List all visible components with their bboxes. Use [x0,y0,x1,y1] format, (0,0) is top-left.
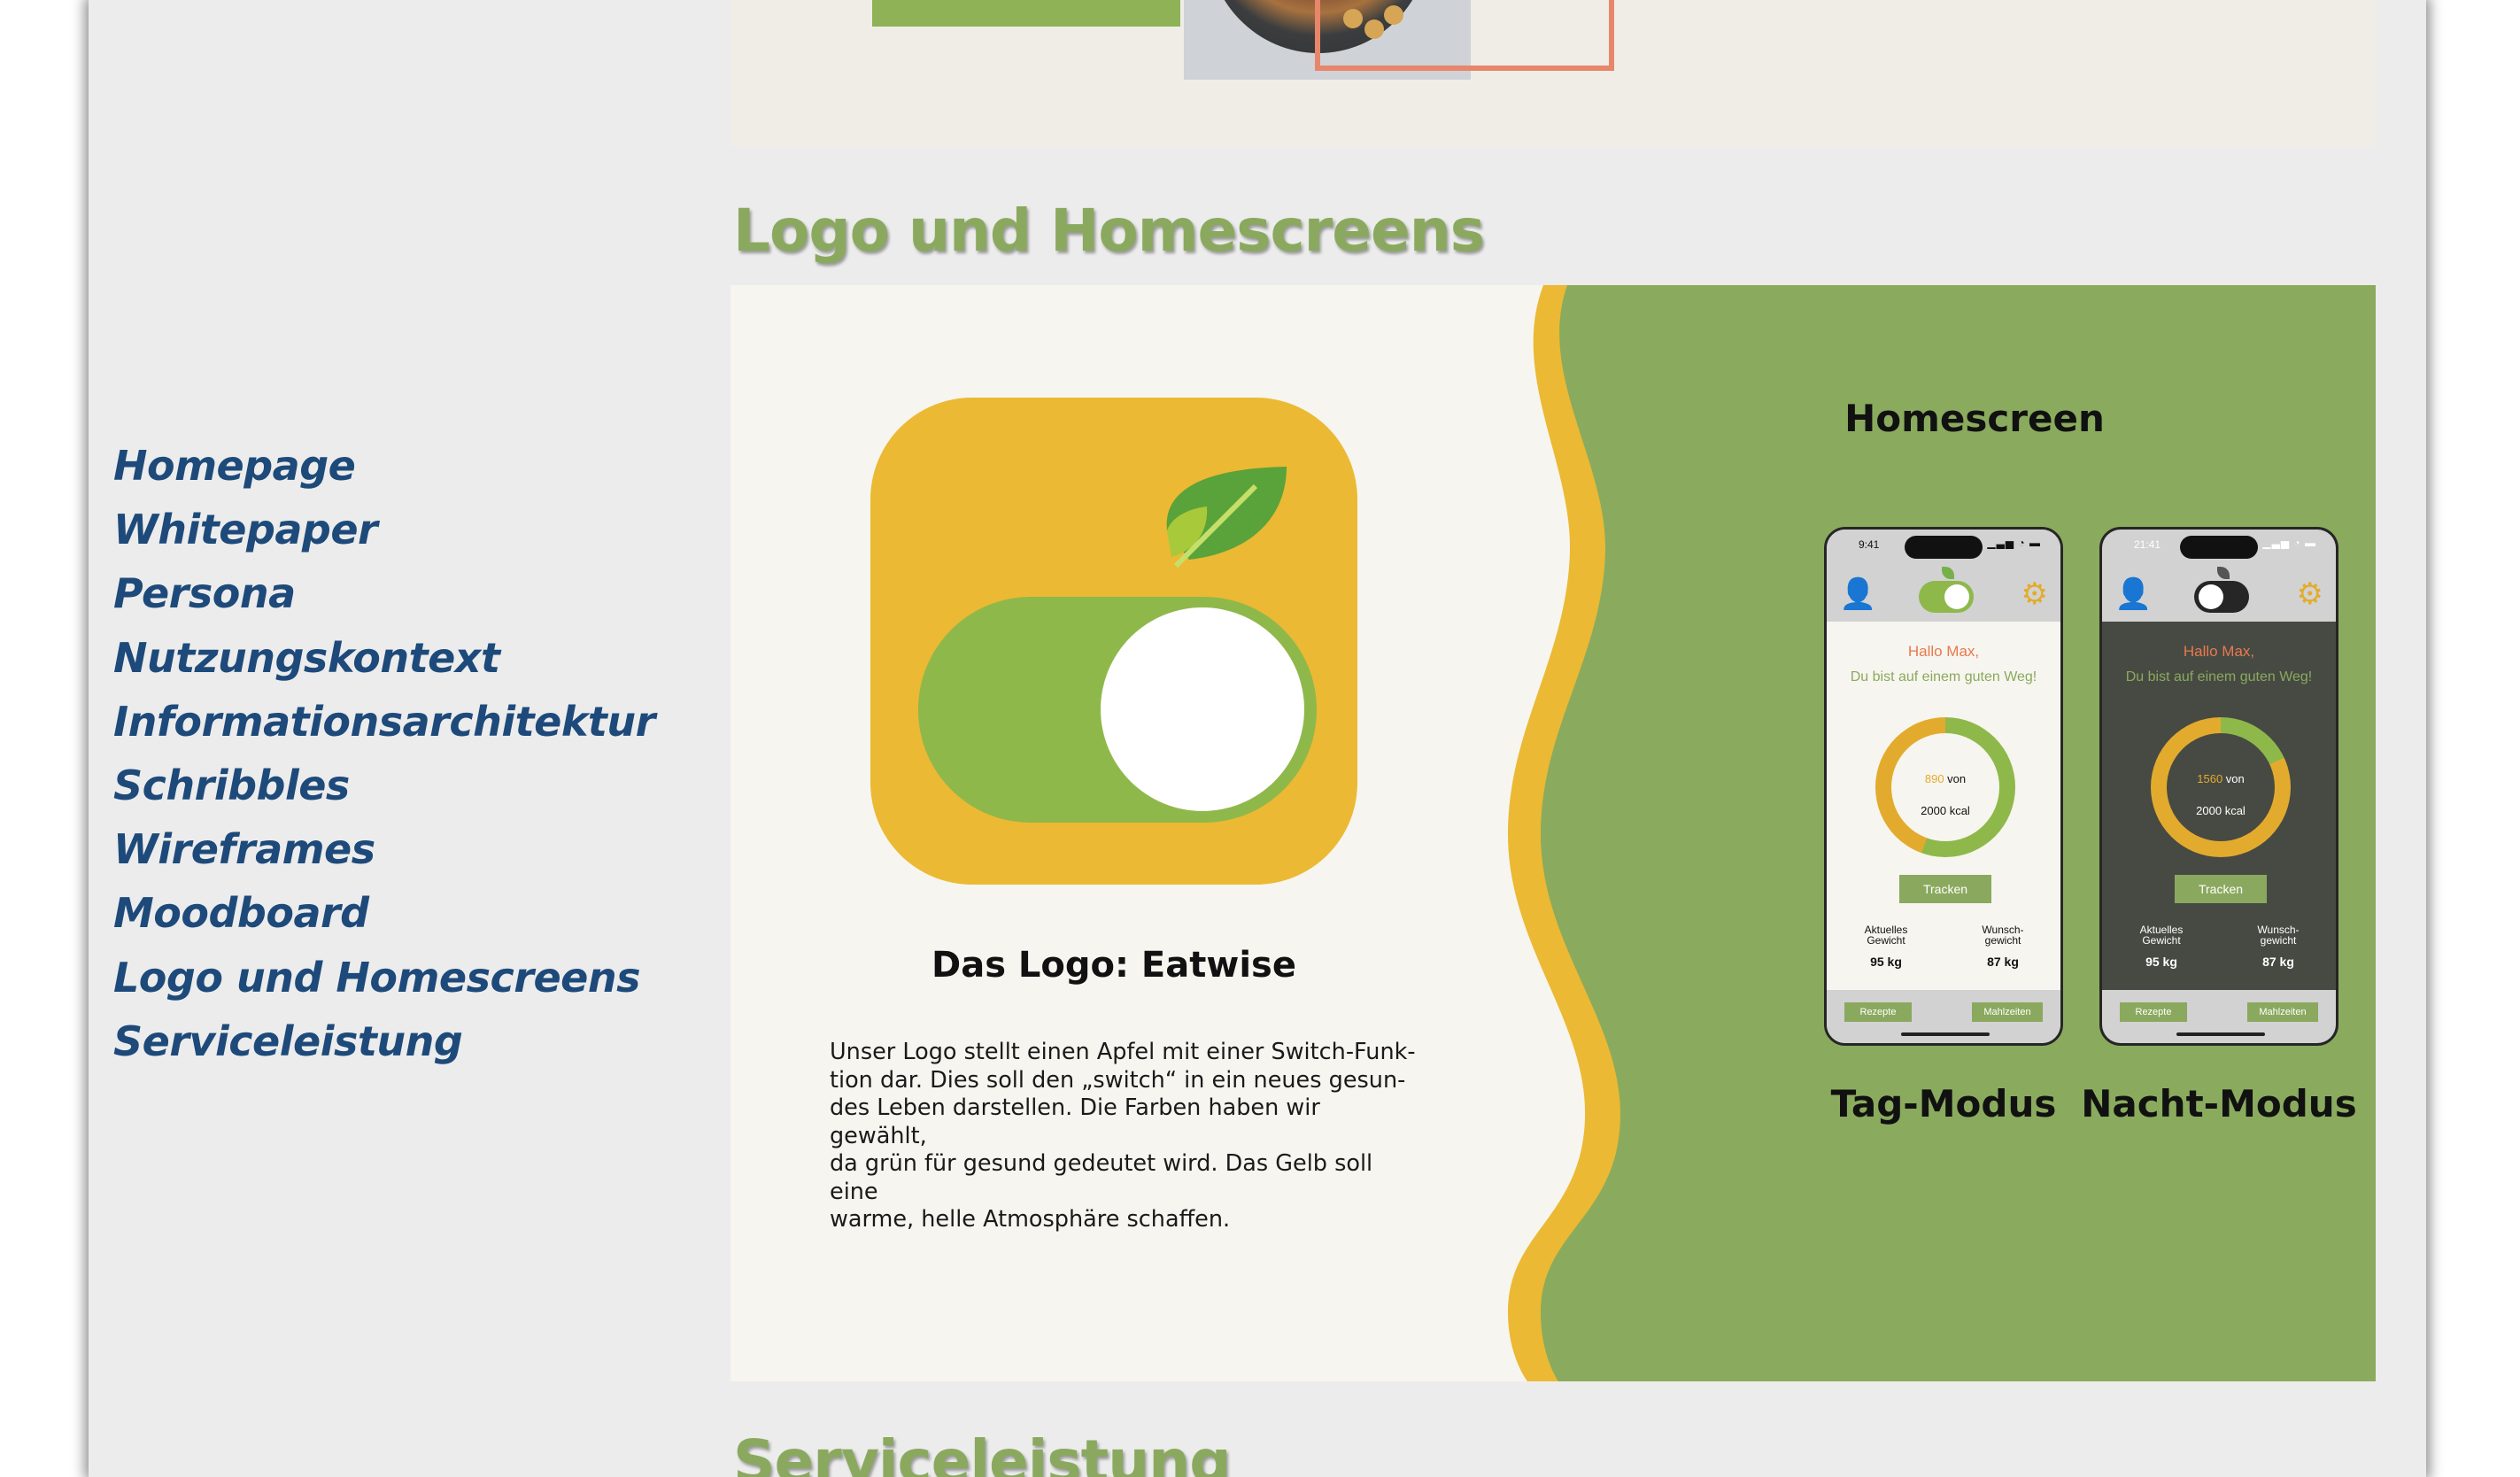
profile-icon: 👤 [2114,577,2153,611]
calorie-ring-inner: 890 von 2000 kcal [1891,733,1999,841]
page: Homepage Whitepaper Persona Nutzungskont… [89,0,2426,1477]
current-weight-label: Aktuelles Gewicht [2113,924,2210,946]
eatwise-logo-icon [870,398,1357,885]
food-image-frame [1315,0,1614,71]
phone-tab-bar: Rezepte Mahlzeiten [1827,990,2060,1043]
nav-item-nutzungskontext[interactable]: Nutzungskontext [113,626,733,690]
nav-item-homepage[interactable]: Homepage [113,434,733,498]
phone-top-bar: 21:41 ▁▃▅ ◔ ▬ 👤 ⚙ [2102,530,2336,622]
tab-mahlzeiten: Mahlzeiten [2247,1002,2318,1022]
home-indicator [1901,1032,1990,1036]
target-weight-value: 87 kg [1987,955,2019,969]
calorie-goal: 2000 kcal [2196,804,2246,817]
greeting: Hallo Max, [1907,643,1980,660]
target-weight-value: 87 kg [2262,955,2294,969]
nav-item-informationsarchitektur[interactable]: Informationsarchitektur [113,690,733,754]
current-weight-value: 95 kg [2145,955,2177,969]
greeting: Hallo Max, [2183,643,2255,660]
nav-item-persona[interactable]: Persona [113,561,733,625]
status-icons: ▁▃▅ ◔ ▬ [1987,537,2041,549]
phone-top-bar: 9:41 ▁▃▅ ◔ ▬ 👤 ⚙ [1827,530,2060,622]
caption-nacht-modus: Nacht-Modus [2081,1082,2357,1125]
mode-toggle [1919,581,1974,613]
calorie-current-value: 1560 [2197,772,2223,785]
tab-rezepte: Rezepte [1844,1002,1912,1022]
current-weight-label: Aktuelles Gewicht [1837,924,1935,946]
calorie-ring: 890 von 2000 kcal [1875,717,2015,857]
calorie-current-value: 890 [1924,772,1944,785]
settings-icon: ⚙ [2296,577,2323,611]
phone-time: 21:41 [2134,538,2161,551]
logo-description-line: des Leben darstellen. Die Farben haben w… [830,1094,1320,1149]
profile-icon: 👤 [1839,577,1877,611]
logo-description-line: tion dar. Dies soll den „switch“ in ein … [830,1066,1406,1094]
calorie-ring: 1560 von 2000 kcal [2151,717,2291,857]
track-button: Tracken [1899,875,1991,903]
stat-label-line: Gewicht [1867,934,1905,947]
nav-item-schribbles[interactable]: Schribbles [113,754,733,817]
subgreeting: Du bist auf einem guten Weg! [1850,669,2037,684]
homescreen-title: Homescreen [1844,397,2105,440]
nav-item-serviceleistung[interactable]: Serviceleistung [113,1009,733,1073]
logo-homescreen-showcase: Das Logo: Eatwise Unser Logo stellt eine… [730,285,2376,1381]
calorie-goal: 2000 kcal [1921,804,1970,817]
phone-time: 9:41 [1859,538,1880,551]
mode-toggle [2194,581,2249,613]
stat-label-line: gewicht [2260,934,2297,947]
section-title-logo-homescreens: Logo und Homescreens [733,197,1485,265]
logo-description-line: warme, helle Atmosphäre schaffen. [830,1206,1231,1233]
toggle-knob [1944,584,1969,609]
home-indicator [2176,1032,2265,1036]
target-weight-label: Wunsch-gewicht [2230,924,2327,946]
settings-icon: ⚙ [2021,577,2048,611]
caption-tag-modus: Tag-Modus [1830,1082,2057,1125]
nav-item-whitepaper[interactable]: Whitepaper [113,498,733,561]
phone-notch [2180,536,2258,559]
nav-item-moodboard[interactable]: Moodboard [113,881,733,945]
target-weight-label: Wunsch-gewicht [1954,924,2052,946]
phone-mockup-night: 21:41 ▁▃▅ ◔ ▬ 👤 ⚙ Hallo Max, Du bist auf… [2099,527,2338,1046]
tab-mahlzeiten: Mahlzeiten [1972,1002,2043,1022]
apple-leaf-icon [2217,567,2230,579]
calorie-von: von [2222,772,2245,785]
nav-item-wireframes[interactable]: Wireframes [113,817,733,881]
logo-description-line: Unser Logo stellt einen Apfel mit einer … [830,1039,1416,1065]
status-icons: ▁▃▅ ◔ ▬ [2262,537,2316,549]
section-title-serviceleistung: Serviceleistung [733,1427,1231,1477]
calorie-current: 890 von [1891,772,1999,785]
nav-item-logo-und-homescreens[interactable]: Logo und Homescreens [113,946,733,1009]
logo-description-line: da grün für gesund gedeutet wird. Das Ge… [830,1150,1373,1205]
subgreeting: Du bist auf einem guten Weg! [2125,669,2313,684]
calorie-von: von [1944,772,1967,785]
current-weight-value: 95 kg [1870,955,1902,969]
calorie-ring-inner: 1560 von 2000 kcal [2167,733,2275,841]
previous-section-moodboard [730,0,2376,147]
sidebar-nav: Homepage Whitepaper Persona Nutzungskont… [113,434,733,1073]
logo-title: Das Logo: Eatwise [931,945,1296,986]
moodboard-green-swatch [872,0,1180,27]
phone-tab-bar: Rezepte Mahlzeiten [2102,990,2336,1043]
calorie-current: 1560 von [2167,772,2275,785]
stat-label-line: gewicht [1984,934,2021,947]
logo-description: Unser Logo stellt einen Apfel mit einer … [830,1039,1423,1234]
stat-label-line: Gewicht [2142,934,2181,947]
phone-notch [1905,536,1983,559]
tab-rezepte: Rezepte [2120,1002,2187,1022]
toggle-knob [2199,584,2223,609]
phone-mockup-day: 9:41 ▁▃▅ ◔ ▬ 👤 ⚙ Hallo Max, Du bist auf … [1824,527,2063,1046]
apple-leaf-icon [1942,567,1954,579]
track-button: Tracken [2175,875,2267,903]
